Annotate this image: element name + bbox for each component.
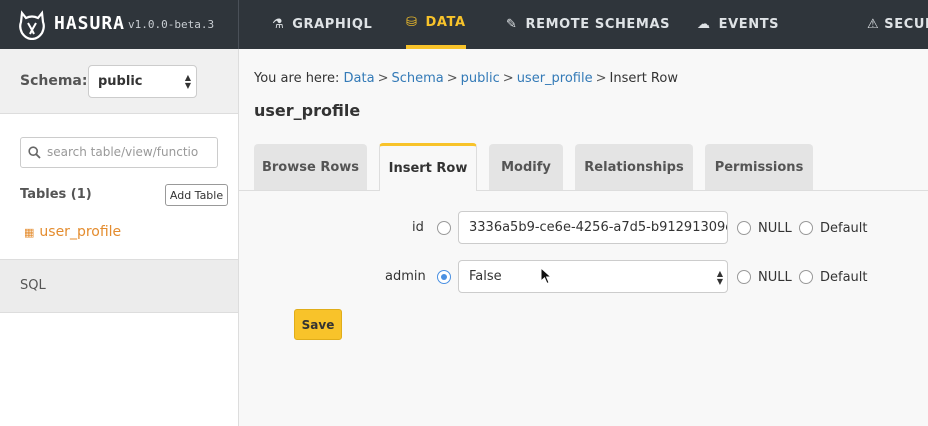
field-label-id: id [412, 220, 424, 235]
tables-heading: Tables (1) [20, 187, 92, 202]
nav-events-label: EVENTS [718, 17, 780, 32]
page-title: user_profile [254, 101, 361, 120]
nav-security[interactable]: ⚠ SECUR [867, 0, 928, 49]
nav-events[interactable]: ☁ EVENTS [697, 0, 779, 49]
id-input-value: 3336a5b9-ce6e-4256-a7d5-b91291309e5 [469, 220, 728, 235]
nav-data[interactable]: ⛁ DATA [406, 0, 466, 49]
table-item-label: user_profile [39, 224, 122, 240]
breadcrumb-current: Insert Row [609, 71, 678, 86]
tabs-divider [239, 190, 928, 191]
breadcrumb-user-profile[interactable]: user_profile [517, 71, 593, 86]
admin-null-label: NULL [758, 270, 792, 285]
nav-data-label: DATA [425, 15, 466, 30]
plug-icon: ✎ [506, 17, 518, 32]
breadcrumb-separator: > [446, 71, 458, 86]
breadcrumb: You are here: Data > Schema > public > user_pr… [254, 71, 678, 86]
schema-select[interactable]: public ▲ ▼ [88, 65, 197, 98]
admin-select[interactable]: False ▲ ▼ [458, 260, 728, 293]
id-null-label: NULL [758, 221, 792, 236]
save-button[interactable]: Save [294, 309, 342, 340]
breadcrumb-public[interactable]: public [461, 71, 500, 86]
admin-null-radio[interactable] [737, 270, 751, 284]
warning-icon: ⚠ [867, 17, 880, 32]
add-table-button[interactable]: Add Table [165, 184, 228, 206]
id-value-radio[interactable] [437, 221, 451, 235]
select-arrows-icon: ▲ ▼ [716, 269, 723, 286]
nav-security-label: SECUR [884, 17, 928, 32]
breadcrumb-separator: > [595, 71, 607, 86]
schema-label: Schema: [20, 73, 88, 89]
tab-browse-rows[interactable]: Browse Rows [254, 144, 367, 190]
cloud-icon: ☁ [697, 17, 711, 32]
schema-selector-row: Schema: public ▲ ▼ [0, 49, 238, 114]
id-input[interactable]: 3336a5b9-ce6e-4256-a7d5-b91291309e5 [458, 211, 728, 244]
top-navbar: HASURA v1.0.0-beta.3 ⚗ GRAPHIQL ⛁ DATA ✎… [0, 0, 928, 49]
breadcrumb-schema[interactable]: Schema [391, 71, 443, 86]
table-grid-icon: ▦ [24, 225, 35, 239]
id-default-radio[interactable] [799, 221, 813, 235]
id-null-radio[interactable] [737, 221, 751, 235]
search-table-input[interactable]: search table/view/functio [20, 137, 218, 168]
admin-select-value: False [469, 269, 502, 284]
sidebar: Schema: public ▲ ▼ search table/view/func… [0, 49, 239, 426]
hasura-logo-icon [19, 10, 45, 40]
database-icon: ⛁ [406, 15, 418, 30]
flask-icon: ⚗ [272, 17, 285, 32]
tab-modify[interactable]: Modify [489, 144, 563, 190]
brand-logo[interactable]: HASURA v1.0.0-beta.3 [0, 0, 239, 49]
admin-value-radio[interactable] [437, 270, 451, 284]
select-arrows-icon: ▲ ▼ [184, 73, 191, 90]
admin-default-radio[interactable] [799, 270, 813, 284]
nav-graphiql-label: GRAPHIQL [292, 17, 373, 32]
breadcrumb-separator: > [502, 71, 514, 86]
mouse-cursor-icon [540, 267, 552, 285]
brand-version: v1.0.0-beta.3 [128, 18, 215, 31]
nav-graphiql[interactable]: ⚗ GRAPHIQL [272, 0, 372, 49]
tab-permissions[interactable]: Permissions [705, 144, 813, 190]
brand-name: HASURA [54, 13, 126, 34]
admin-default-label: Default [820, 270, 868, 285]
breadcrumb-data[interactable]: Data [344, 71, 375, 86]
field-label-admin: admin [385, 269, 426, 284]
id-default-label: Default [820, 221, 868, 236]
sidebar-sql-link[interactable]: SQL [0, 259, 238, 313]
sql-label: SQL [20, 278, 46, 293]
schema-select-value: public [98, 74, 143, 89]
sidebar-table-user-profile[interactable]: ▦ user_profile [24, 224, 121, 240]
tab-insert-row[interactable]: Insert Row [379, 143, 477, 191]
nav-remote-schemas-label: REMOTE SCHEMAS [525, 17, 671, 32]
search-icon [28, 146, 41, 159]
tab-relationships[interactable]: Relationships [575, 144, 693, 190]
breadcrumb-separator: > [377, 71, 389, 86]
nav-remote-schemas[interactable]: ✎ REMOTE SCHEMAS [506, 0, 670, 49]
breadcrumb-prefix: You are here: [254, 71, 340, 86]
search-placeholder: search table/view/functio [47, 145, 199, 159]
